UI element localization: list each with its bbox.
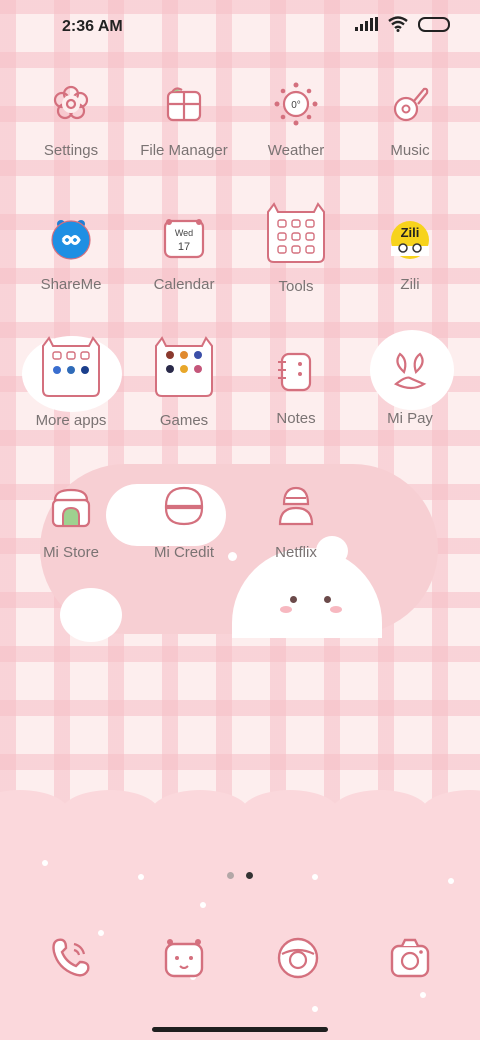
app-label: Mi Pay xyxy=(387,410,433,427)
page-indicator xyxy=(0,872,480,879)
dock-browser[interactable] xyxy=(238,932,358,984)
calendar-icon: Wed 17 xyxy=(160,214,208,262)
phone-icon xyxy=(44,932,96,984)
app-calendar[interactable]: Wed 17 Calendar xyxy=(124,214,244,293)
app-label: Games xyxy=(159,412,209,429)
messages-icon xyxy=(158,932,210,984)
app-label: Settings xyxy=(43,142,99,159)
shareme-icon xyxy=(47,214,95,262)
app-label: File Manager xyxy=(140,142,228,159)
app-label: Weather xyxy=(267,142,325,159)
dock-background xyxy=(0,790,480,1040)
app-label: Mi Store xyxy=(43,544,99,561)
status-time: 2:36 AM xyxy=(62,18,123,35)
weather-temp: 0° xyxy=(291,100,301,111)
page-dot-1[interactable] xyxy=(227,872,234,879)
app-settings[interactable]: Settings xyxy=(11,80,131,159)
app-shareme[interactable]: ShareMe xyxy=(11,214,131,293)
more-apps-folder-icon xyxy=(39,336,103,398)
app-tools-folder[interactable]: Tools xyxy=(236,202,356,295)
signal-icon xyxy=(355,17,378,31)
notes-icon xyxy=(272,348,320,396)
games-folder-icon xyxy=(152,336,216,398)
zili-icon: Zili xyxy=(386,214,434,262)
mi-store-icon xyxy=(47,482,95,530)
status-icons xyxy=(355,16,450,32)
app-label: Netflix xyxy=(275,544,317,561)
app-zili[interactable]: Zili Zili xyxy=(350,214,470,293)
music-icon xyxy=(386,80,434,128)
app-label: ShareMe xyxy=(40,276,102,293)
app-label: Tools xyxy=(278,278,314,295)
dock-phone[interactable] xyxy=(10,932,130,984)
app-label: Calendar xyxy=(153,276,215,293)
app-mi-credit[interactable]: Mi Credit xyxy=(124,482,244,561)
app-weather[interactable]: 0° Weather xyxy=(236,80,356,159)
battery-icon xyxy=(418,16,450,32)
wifi-icon xyxy=(388,16,408,32)
app-file-manager[interactable]: File Manager xyxy=(124,80,244,159)
settings-icon xyxy=(47,80,95,128)
app-label: Zili xyxy=(400,276,420,293)
home-indicator[interactable] xyxy=(152,1027,328,1032)
svg-text:17: 17 xyxy=(178,241,190,253)
app-notes[interactable]: Notes xyxy=(236,348,356,427)
app-label: Notes xyxy=(276,410,316,427)
dock-camera[interactable] xyxy=(350,932,470,984)
app-label: More apps xyxy=(35,412,107,429)
weather-icon: 0° xyxy=(272,80,320,128)
dock-messages[interactable] xyxy=(124,932,244,984)
netflix-icon xyxy=(272,482,320,530)
file-manager-icon xyxy=(160,80,208,128)
app-games-folder[interactable]: Games xyxy=(124,336,244,429)
svg-text:Wed: Wed xyxy=(175,228,193,238)
app-music[interactable]: Music xyxy=(350,80,470,159)
app-mi-pay[interactable]: Mi Pay xyxy=(350,348,470,427)
status-bar: 2:36 AM xyxy=(0,0,480,56)
mi-pay-icon xyxy=(386,348,434,396)
browser-icon xyxy=(272,932,324,984)
svg-text:Zili: Zili xyxy=(401,225,420,240)
app-netflix[interactable]: Netflix xyxy=(236,482,356,561)
app-mi-store[interactable]: Mi Store xyxy=(11,482,131,561)
mi-credit-icon xyxy=(160,482,208,530)
app-label: Music xyxy=(390,142,430,159)
app-label: Mi Credit xyxy=(153,544,214,561)
tools-folder-icon xyxy=(264,202,328,264)
page-dot-2[interactable] xyxy=(246,872,253,879)
app-more-apps-folder[interactable]: More apps xyxy=(11,336,131,429)
camera-icon xyxy=(384,932,436,984)
